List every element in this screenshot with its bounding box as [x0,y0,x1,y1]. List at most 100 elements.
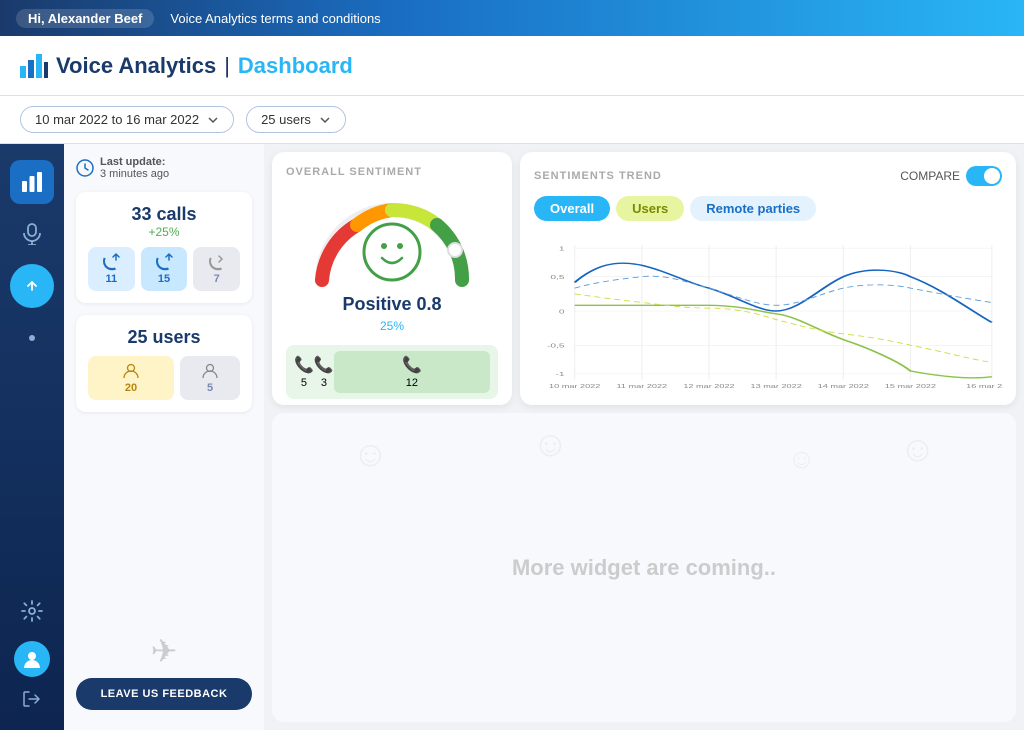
logo: Voice Analytics [20,53,216,79]
plane-icon: ✈ [151,632,178,670]
svg-text:15 mar 2022: 15 mar 2022 [885,383,936,389]
feedback-button[interactable]: LEAVE US FEEDBACK [76,678,252,710]
neutral-sentiment: 📞 3 [314,355,334,389]
terms-link[interactable]: Voice Analytics terms and conditions [170,11,380,26]
microphone-icon [22,223,42,245]
positive-sentiment: 📞 12 [334,351,490,393]
phone-incoming-icon [102,253,120,271]
clock-icon [76,159,94,177]
coming-soon-text: More widget are coming.. [512,555,776,581]
svg-text:0,5: 0,5 [550,274,565,280]
logout-icon [22,689,42,709]
sentiment-percentage: 25% [380,319,404,333]
calls-change: +25% [88,225,240,239]
date-range-dropdown[interactable]: 10 mar 2022 to 16 mar 2022 [20,106,234,133]
tab-users[interactable]: Users [616,196,684,221]
phone-missed-icon [208,253,226,271]
feedback-section: ✈ LEAVE US FEEDBACK [76,424,252,718]
content-area: Last update: 3 minutes ago 33 calls +25% [64,144,1024,730]
logo-icon [20,54,48,78]
top-bar: Hi, Alexander Beef Voice Analytics terms… [0,0,1024,36]
neutral-phone-icon: 📞 [314,355,334,375]
compare-label: COMPARE [900,169,960,183]
svg-text:13 mar 2022: 13 mar 2022 [750,383,801,389]
header-divider: | [224,53,230,79]
sentiment-value: Positive 0.8 [342,294,441,315]
svg-text:0: 0 [559,308,565,314]
sentiments-trend-label: SENTIMENTS TREND [534,170,662,182]
users-icons-row: 20 5 [88,356,240,400]
sentiment-distribution: 📞 5 📞 3 📞 12 [286,345,498,399]
last-update-time: 3 minutes ago [100,168,169,180]
ghost-smiley-2: ☺ [532,423,569,465]
phone-outgoing-icon [155,253,173,271]
sidebar-item-logout[interactable] [22,689,42,714]
users-dropdown[interactable]: 25 users [246,106,346,133]
overall-sentiment-panel: OVERALL SENTIMENT [272,152,512,405]
sidebar-item-dashboard[interactable] [10,160,54,204]
chart-icon [21,171,43,193]
top-panels: OVERALL SENTIMENT [264,144,1024,413]
missed-calls: 7 [193,247,240,291]
last-update: Last update: 3 minutes ago [76,156,252,180]
user-icon [22,649,42,669]
calls-count: 33 calls [88,204,240,225]
center-right-area: OVERALL SENTIMENT [264,144,1024,730]
users-count: 25 users [88,327,240,348]
svg-text:-0,5: -0,5 [547,343,565,349]
greeting: Hi, Alexander Beef [16,9,154,28]
inactive-users: 5 [180,356,240,400]
calls-icons-row: 11 15 [88,247,240,291]
incoming-count: 11 [106,273,118,285]
negative-sentiment: 📞 5 [294,355,314,389]
chevron-down-icon [207,114,219,126]
last-update-label: Last update: [100,156,169,168]
ghost-smiley-3: ☺ [787,443,816,475]
dot-icon [29,335,35,341]
user-inactive-icon [201,362,219,380]
negative-count: 5 [301,377,307,389]
toggle-knob [984,168,1000,184]
svg-text:16 mar 2022: 16 mar 2022 [966,383,1002,389]
ghost-smiley-4: ☺ [899,428,936,470]
tab-overall[interactable]: Overall [534,196,610,221]
positive-count: 12 [406,377,418,389]
main-layout: Last update: 3 minutes ago 33 calls +25% [0,144,1024,730]
chevron-down-icon [319,114,331,126]
svg-text:10 mar 2022: 10 mar 2022 [549,383,600,389]
incoming-calls: 11 [88,247,135,291]
overall-sentiment-label: OVERALL SENTIMENT [286,166,498,178]
sidebar-item-settings[interactable] [10,589,54,633]
toggle-switch[interactable] [966,166,1002,186]
sidebar-item-dot[interactable] [10,316,54,360]
sentiments-trend-panel: SENTIMENTS TREND COMPARE Overall Users [520,152,1016,405]
avatar[interactable] [14,641,50,677]
sidebar-item-microphone[interactable] [10,212,54,256]
svg-text:1: 1 [559,246,565,252]
svg-text:12 mar 2022: 12 mar 2022 [683,383,734,389]
filters-bar: 10 mar 2022 to 16 mar 2022 25 users [0,96,1024,144]
header: Voice Analytics | Dashboard [0,36,1024,96]
trend-header: SENTIMENTS TREND COMPARE [534,166,1002,186]
inactive-count: 5 [207,382,213,394]
sidebar [0,144,64,730]
gauge: Positive 0.8 25% [286,190,498,333]
compare-toggle[interactable]: COMPARE [900,166,1002,186]
user-active-icon [122,362,140,380]
gauge-chart [302,190,482,290]
upload-icon [22,276,42,296]
sidebar-item-upload[interactable] [10,264,54,308]
svg-text:11 mar 2022: 11 mar 2022 [617,383,668,389]
gear-icon [21,600,43,622]
coming-soon-area: ☺ ☺ ☺ ☺ More widget are coming.. [272,413,1016,722]
page-title: Dashboard [238,53,353,79]
tab-remote-parties[interactable]: Remote parties [690,196,816,221]
sentiment-chart: 1 0,5 0 -0,5 -1 [534,231,1002,391]
left-panel: Last update: 3 minutes ago 33 calls +25% [64,144,264,730]
ghost-smiley-1: ☺ [352,433,389,475]
negative-phone-icon: 📞 [294,355,314,375]
trend-tabs: Overall Users Remote parties [534,196,1002,221]
svg-text:-1: -1 [555,371,565,377]
svg-text:14 mar 2022: 14 mar 2022 [818,383,869,389]
app-title: Voice Analytics [56,53,216,79]
